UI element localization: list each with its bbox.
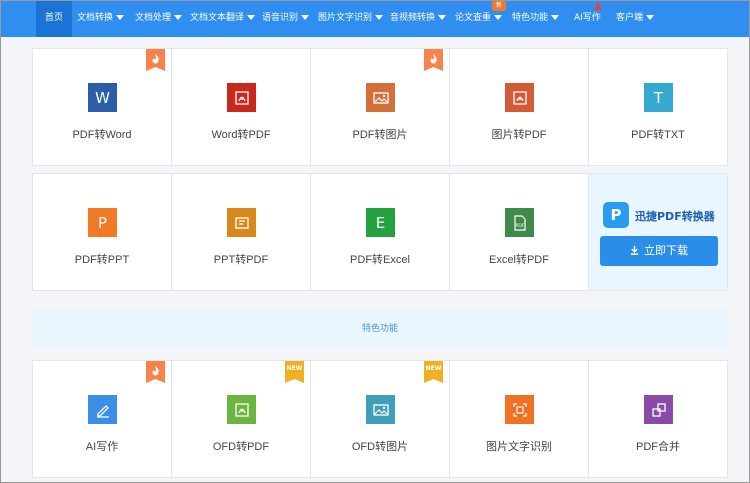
window-border xyxy=(0,0,750,483)
